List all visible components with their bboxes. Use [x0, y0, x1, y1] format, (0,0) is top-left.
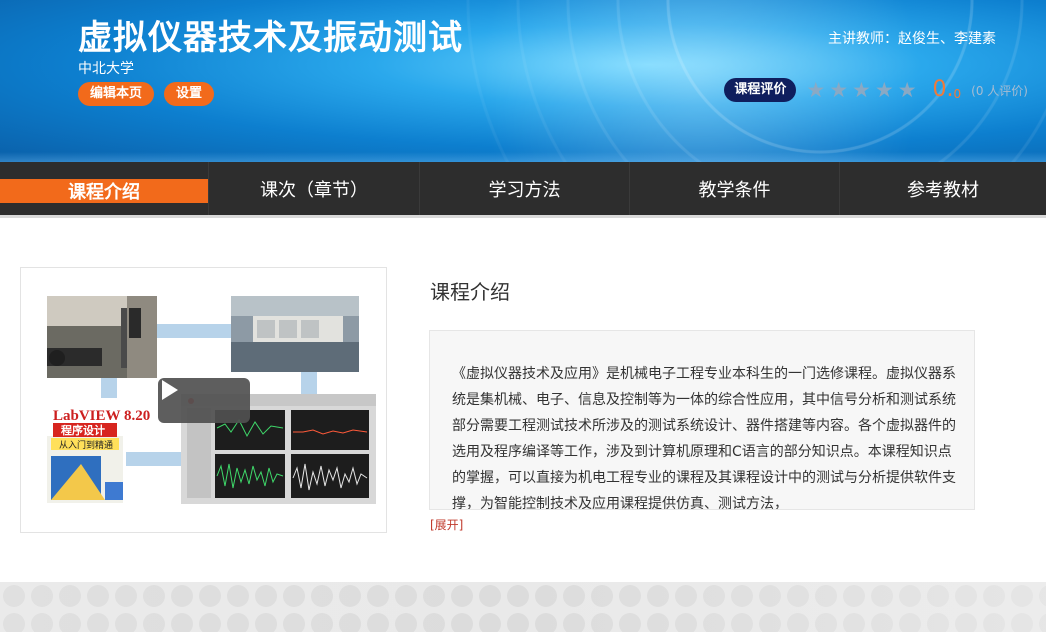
rating-area: 课程评价 ★ ★ ★ ★ ★ 0. 0 (0 人评价): [724, 78, 1028, 102]
book-title-1: LabVIEW 8.20: [53, 408, 150, 424]
play-icon: [162, 380, 178, 400]
teacher-info: 主讲教师：赵俊生、李建素: [828, 31, 996, 47]
intro-text: 《虚拟仪器技术及应用》是机械电子工程专业本科生的一门选修课程。虚拟仪器系统是集机…: [452, 366, 956, 510]
expand-link[interactable]: [展开]: [430, 516, 463, 533]
settings-button[interactable]: 设置: [164, 82, 215, 106]
course-video-thumbnail[interactable]: LabVIEW 8.20 程序设计 从入门到精通: [20, 267, 387, 533]
course-nav: 课程介绍 课次（章节） 学习方法 教学条件 参考教材: [0, 162, 1046, 218]
tab-learning-methods[interactable]: 学习方法: [420, 162, 629, 215]
star-icon[interactable]: ★: [898, 78, 917, 102]
rating-count: (0 人评价): [971, 83, 1028, 98]
star-icon[interactable]: ★: [852, 78, 871, 102]
rating-stars[interactable]: ★ ★ ★ ★ ★: [806, 78, 916, 102]
school-name: 中北大学: [78, 61, 134, 77]
tab-teaching-conditions[interactable]: 教学条件: [630, 162, 839, 215]
footer-decoration: [0, 582, 1046, 632]
tab-reference-books[interactable]: 参考教材: [840, 162, 1046, 215]
course-banner: 虚拟仪器技术及振动测试 中北大学 编辑本页 设置 主讲教师：赵俊生、李建素 课程…: [0, 0, 1046, 162]
star-icon[interactable]: ★: [806, 78, 825, 102]
rating-score-decimal: 0: [953, 87, 962, 101]
course-evaluation-button[interactable]: 课程评价: [724, 78, 797, 102]
rating-score: 0.: [932, 77, 954, 102]
star-icon[interactable]: ★: [829, 78, 848, 102]
book-title-2: 程序设计: [61, 423, 105, 437]
intro-box: 《虚拟仪器技术及应用》是机械电子工程专业本科生的一门选修课程。虚拟仪器系统是集机…: [429, 330, 975, 510]
book-title-3: 从入门到精通: [59, 439, 113, 451]
course-title: 虚拟仪器技术及振动测试: [78, 18, 463, 58]
tab-course-intro[interactable]: 课程介绍: [0, 179, 208, 203]
footer-pattern: [0, 582, 1046, 632]
section-title: 课程介绍: [430, 280, 510, 304]
edit-page-button[interactable]: 编辑本页: [78, 82, 155, 106]
video-play-button[interactable]: [158, 378, 250, 423]
star-icon[interactable]: ★: [875, 78, 894, 102]
tab-lessons[interactable]: 课次（章节）: [209, 162, 419, 215]
